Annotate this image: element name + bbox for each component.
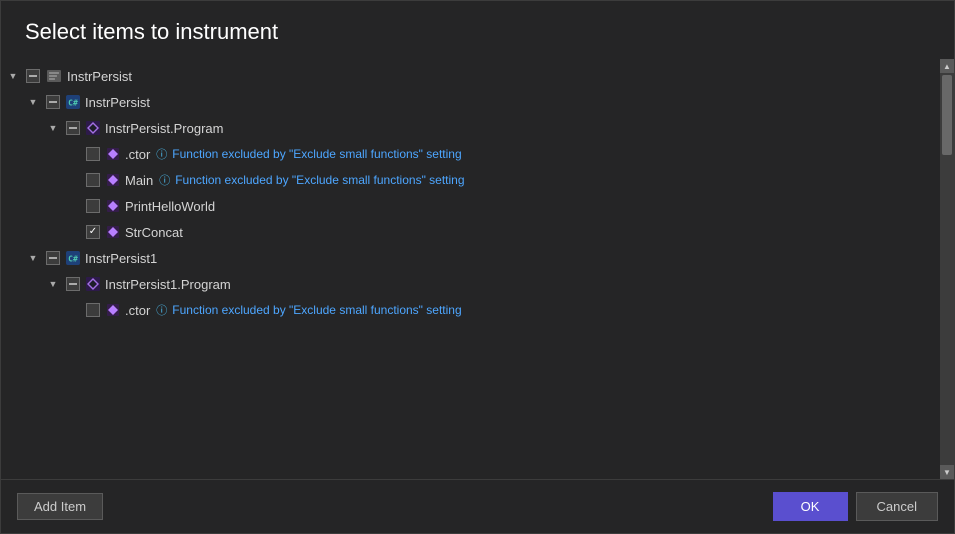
assembly-icon (45, 67, 63, 85)
tree-area: ▼ InstrPersist▼ C# InstrPersist▼ InstrPe… (1, 59, 954, 479)
expander-icon[interactable]: ▼ (25, 94, 41, 110)
tree-row: ▼ C# InstrPersist1 (1, 245, 940, 271)
tree-row: .ctor ⓘ Function excluded by "Exclude sma… (1, 141, 940, 167)
method-icon (105, 146, 121, 162)
dialog-title: Select items to instrument (1, 1, 954, 59)
tree-row: ▼ InstrPersist (1, 63, 940, 89)
checkbox[interactable] (46, 251, 60, 265)
tree-row: ▼ C# InstrPersist (1, 89, 940, 115)
checkbox[interactable] (46, 95, 60, 109)
add-item-button[interactable]: Add Item (17, 493, 103, 520)
node-label: .ctor (125, 303, 150, 318)
expander-icon[interactable]: ▼ (45, 276, 61, 292)
cancel-button[interactable]: Cancel (856, 492, 938, 521)
checkbox[interactable] (86, 225, 100, 239)
node-label: InstrPersist (67, 69, 132, 84)
checkbox[interactable] (86, 303, 100, 317)
info-icon[interactable]: ⓘ (156, 302, 167, 318)
excluded-link[interactable]: Function excluded by "Exclude small func… (172, 303, 461, 317)
scroll-up-arrow[interactable]: ▲ (940, 59, 954, 73)
expander-icon[interactable]: ▼ (25, 250, 41, 266)
scrollbar-thumb[interactable] (942, 75, 952, 155)
tree-row: PrintHelloWorld (1, 193, 940, 219)
node-label: InstrPersist1 (85, 251, 157, 266)
project-icon: C# (65, 250, 81, 266)
project-icon: C# (65, 94, 81, 110)
node-label: InstrPersist.Program (105, 121, 223, 136)
node-label: PrintHelloWorld (125, 199, 215, 214)
checkbox[interactable] (26, 69, 40, 83)
checkbox[interactable] (66, 277, 80, 291)
node-label: StrConcat (125, 225, 183, 240)
method-icon (105, 172, 121, 188)
checkbox[interactable] (86, 147, 100, 161)
bottom-bar: Add Item OK Cancel (1, 479, 954, 533)
node-label: Main (125, 173, 153, 188)
scrollbar-track: ▲ ▼ (940, 59, 954, 479)
dialog-buttons: OK Cancel (773, 492, 938, 521)
class-icon (85, 276, 101, 292)
excluded-link[interactable]: Function excluded by "Exclude small func… (175, 173, 464, 187)
method-icon (105, 198, 121, 214)
node-label: .ctor (125, 147, 150, 162)
method-icon (105, 224, 121, 240)
expander-icon[interactable]: ▼ (45, 120, 61, 136)
scroll-down-arrow[interactable]: ▼ (940, 465, 954, 479)
tree-row: StrConcat (1, 219, 940, 245)
checkbox[interactable] (86, 199, 100, 213)
tree-row: .ctor ⓘ Function excluded by "Exclude sma… (1, 297, 940, 323)
tree-row: Main ⓘ Function excluded by "Exclude smal… (1, 167, 940, 193)
class-icon (85, 120, 101, 136)
checkbox[interactable] (86, 173, 100, 187)
tree-row: ▼ InstrPersist1.Program (1, 271, 940, 297)
tree-row: ▼ InstrPersist.Program (1, 115, 940, 141)
expander-icon[interactable]: ▼ (5, 68, 21, 84)
excluded-link[interactable]: Function excluded by "Exclude small func… (172, 147, 461, 161)
dialog: Select items to instrument ▼ InstrPersis… (0, 0, 955, 534)
svg-text:C#: C# (68, 99, 78, 108)
ok-button[interactable]: OK (773, 492, 848, 521)
info-icon[interactable]: ⓘ (159, 172, 170, 188)
tree-scroll[interactable]: ▼ InstrPersist▼ C# InstrPersist▼ InstrPe… (1, 59, 940, 479)
checkbox[interactable] (66, 121, 80, 135)
node-label: InstrPersist (85, 95, 150, 110)
svg-text:C#: C# (68, 255, 78, 264)
info-icon[interactable]: ⓘ (156, 146, 167, 162)
node-label: InstrPersist1.Program (105, 277, 231, 292)
method-icon (105, 302, 121, 318)
